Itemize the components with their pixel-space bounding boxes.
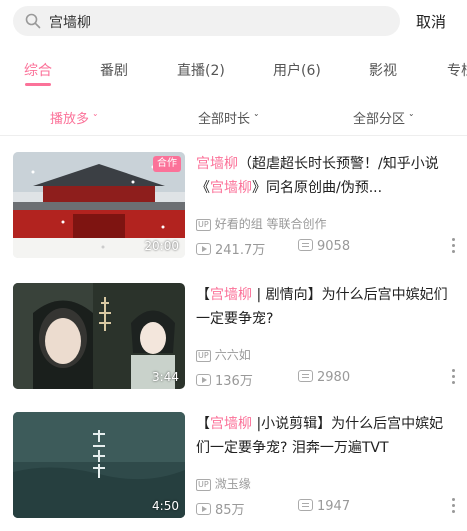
up-icon: UP — [196, 219, 211, 231]
uploader-name[interactable]: 六六如 — [215, 348, 251, 362]
video-title[interactable]: 【宫墙柳 | 剧情向】为什么后宫中嫔妃们一定要争宠? — [196, 283, 456, 331]
cancel-button[interactable]: 取消 — [416, 11, 446, 32]
up-icon: UP — [196, 350, 211, 362]
title-keyword: 宫墙柳 — [210, 180, 252, 196]
uploader-row: UP 六六如 — [196, 346, 251, 363]
view-count-value: 241.7万 — [215, 243, 266, 258]
duration-filter-label: 全部时长 — [198, 112, 251, 127]
view-count-value: 136万 — [215, 374, 253, 389]
view-count-value: 85万 — [215, 503, 245, 518]
danmaku-count-value: 1947 — [317, 499, 351, 514]
video-duration: 4:50 — [152, 499, 179, 513]
search-query-text: 宫墙柳 — [49, 15, 91, 31]
play-count-icon — [196, 243, 211, 255]
title-keyword: 宫墙柳 — [210, 416, 252, 432]
result-tabs: 综合 番剧 直播(2) 用户(6) 影视 专栏 — [0, 50, 467, 92]
chevron-down-icon: ˅ — [92, 114, 99, 124]
view-count: 241.7万 — [196, 239, 265, 258]
video-thumbnail[interactable]: 3:44 — [13, 283, 185, 389]
more-options-icon[interactable] — [452, 369, 456, 385]
chevron-down-icon: ˅ — [253, 114, 260, 124]
video-thumbnail[interactable]: 合作 20:00 — [13, 152, 185, 258]
sort-filter-label: 播放多 — [50, 112, 90, 127]
title-keyword: 宫墙柳 — [196, 156, 238, 172]
tab-users[interactable]: 用户(6) — [273, 60, 321, 80]
title-text: 【 — [196, 416, 210, 432]
uploader-name[interactable]: 好看的组 等联合创作 — [215, 217, 327, 231]
search-input[interactable]: 宫墙柳 — [13, 6, 400, 36]
uploader-row: UP 溦玉缘 — [196, 475, 251, 492]
tab-articles[interactable]: 专栏 — [447, 60, 467, 80]
category-filter[interactable]: 全部分区 ˅ — [353, 108, 414, 127]
play-count-icon — [196, 374, 211, 386]
sort-filter[interactable]: 播放多 ˅ — [50, 108, 98, 127]
search-bar: 宫墙柳 取消 — [0, 0, 467, 44]
tab-live[interactable]: 直播(2) — [177, 60, 225, 80]
danmaku-icon — [298, 499, 313, 511]
active-tab-indicator — [25, 83, 51, 86]
title-text: 》同名原创曲/伪预... — [252, 180, 383, 196]
video-duration: 20:00 — [144, 239, 179, 253]
danmaku-count-value: 2980 — [317, 370, 351, 385]
video-card[interactable]: 合作 20:00 宫墙柳（超虐超长时长预警！/知乎小说《宫墙柳》同名原创曲/伪预… — [0, 152, 467, 264]
video-card[interactable]: 3:44 【宫墙柳 | 剧情向】为什么后宫中嫔妃们一定要争宠? UP 六六如 13… — [0, 283, 467, 395]
up-icon: UP — [196, 479, 211, 491]
tab-bangumi[interactable]: 番剧 — [100, 60, 128, 80]
uploader-row: UP 好看的组 等联合创作 — [196, 215, 327, 232]
uploader-name[interactable]: 溦玉缘 — [215, 477, 251, 491]
title-keyword: 宫墙柳 — [210, 287, 252, 303]
view-count: 85万 — [196, 499, 245, 518]
danmaku-count: 9058 — [298, 239, 350, 254]
chevron-down-icon: ˅ — [408, 114, 415, 124]
category-filter-label: 全部分区 — [353, 112, 406, 127]
video-duration: 3:44 — [152, 370, 179, 384]
view-count: 136万 — [196, 370, 253, 389]
video-thumbnail[interactable]: 4:50 — [13, 412, 185, 518]
search-icon — [25, 13, 41, 29]
tab-movies[interactable]: 影视 — [369, 60, 397, 80]
danmaku-count: 1947 — [298, 499, 350, 514]
video-title[interactable]: 【宫墙柳 |小说剪辑】为什么后宫中嫔妃们一定要争宠? 泪奔一万遍TVT — [196, 412, 456, 460]
filter-row: 播放多 ˅ 全部时长 ˅ 全部分区 ˅ — [0, 96, 467, 136]
video-card[interactable]: 4:50 【宫墙柳 |小说剪辑】为什么后宫中嫔妃们一定要争宠? 泪奔一万遍TVT… — [0, 412, 467, 524]
video-title[interactable]: 宫墙柳（超虐超长时长预警！/知乎小说《宫墙柳》同名原创曲/伪预... — [196, 152, 456, 200]
title-text: 【 — [196, 287, 210, 303]
danmaku-icon — [298, 239, 313, 251]
coop-badge: 合作 — [153, 156, 181, 172]
more-options-icon[interactable] — [452, 498, 456, 514]
danmaku-icon — [298, 370, 313, 382]
tab-all[interactable]: 综合 — [24, 60, 52, 80]
more-options-icon[interactable] — [452, 238, 456, 254]
play-count-icon — [196, 503, 211, 515]
danmaku-count-value: 9058 — [317, 239, 351, 254]
danmaku-count: 2980 — [298, 370, 350, 385]
duration-filter[interactable]: 全部时长 ˅ — [198, 108, 259, 127]
